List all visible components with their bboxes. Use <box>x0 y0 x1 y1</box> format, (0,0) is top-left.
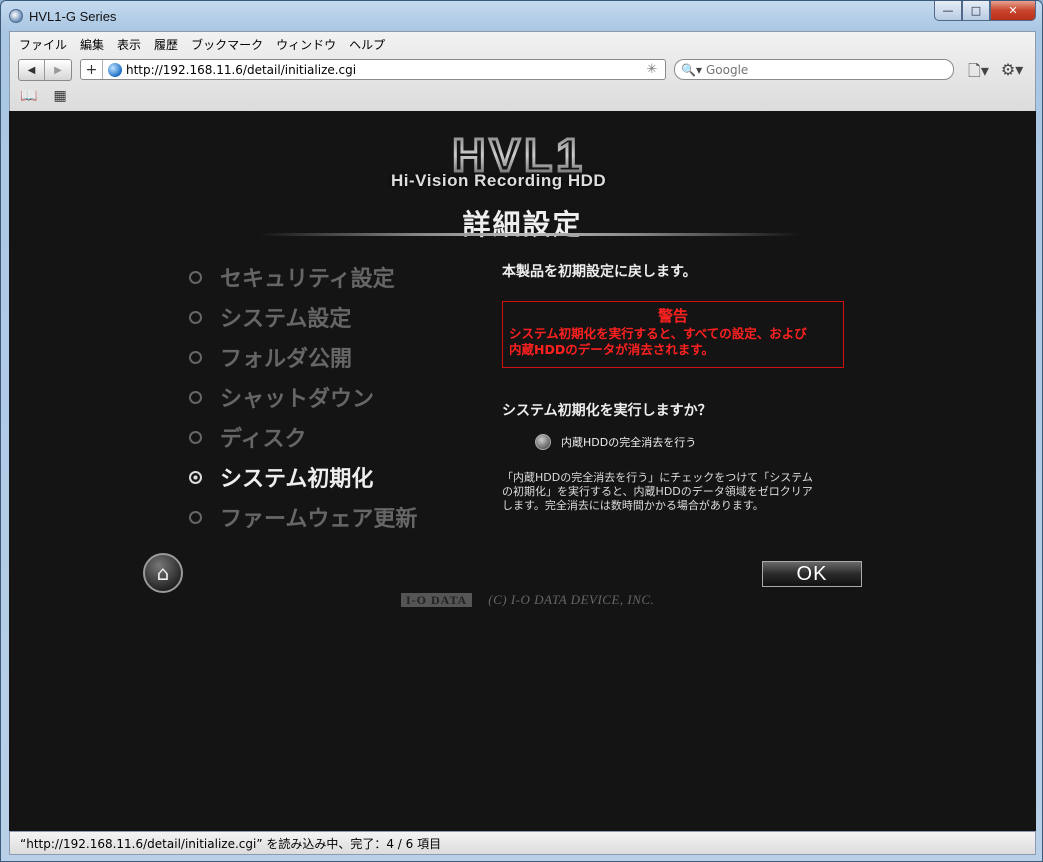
window-controls: — □ ✕ <box>934 1 1036 21</box>
settings-menu: セキュリティ設定 システム設定 フォルダ公開 シャットダウン ディスク システム… <box>189 257 479 537</box>
add-bookmark-button[interactable]: + <box>81 60 103 79</box>
menu-item-shutdown[interactable]: シャットダウン <box>189 377 479 417</box>
menu-bookmarks[interactable]: ブックマーク <box>191 36 263 53</box>
minimize-button[interactable]: — <box>934 1 962 21</box>
warning-line-2: 内蔵HDDのデータが消去されます。 <box>509 342 714 357</box>
menu-bar: ファイル 編集 表示 履歴 ブックマーク ウィンドウ ヘルプ <box>10 32 1035 56</box>
menu-item-disk[interactable]: ディスク <box>189 417 479 457</box>
loading-spinner-icon: ✳ <box>646 62 658 77</box>
browser-window: HVL1-G Series — □ ✕ ファイル 編集 表示 履歴 ブックマーク… <box>0 0 1043 862</box>
search-input[interactable] <box>705 62 926 77</box>
menu-item-folder-share[interactable]: フォルダ公開 <box>189 337 479 377</box>
search-box[interactable]: 🔍▾ <box>674 59 954 80</box>
full-erase-checkbox[interactable] <box>535 434 551 450</box>
title-divider <box>259 233 799 236</box>
menu-edit[interactable]: 編集 <box>80 36 104 53</box>
init-panel: 本製品を初期設定に戻します。 警告 システム初期化を実行すると、すべての設定、お… <box>502 261 862 512</box>
address-bar[interactable]: + http://192.168.11.6/detail/initialize.… <box>80 59 666 80</box>
bullet-icon <box>189 270 202 284</box>
title-bar: HVL1-G Series — □ ✕ <box>1 1 1042 31</box>
page-title: 詳細設定 <box>462 208 583 241</box>
safari-icon <box>9 9 23 23</box>
warning-line-1: システム初期化を実行すると、すべての設定、および <box>509 326 807 341</box>
footer-copyright: I-O DATA (C) I-O DATA DEVICE, INC. <box>401 592 654 608</box>
maximize-button[interactable]: □ <box>962 1 990 21</box>
bullet-icon <box>189 390 202 404</box>
globe-icon <box>108 62 122 77</box>
menu-item-label: フォルダ公開 <box>220 347 353 372</box>
home-button[interactable]: ⌂ <box>143 553 183 593</box>
search-icon: 🔍▾ <box>681 62 702 77</box>
menu-item-label: システム初期化 <box>220 467 374 492</box>
browser-chrome: ファイル 編集 表示 履歴 ブックマーク ウィンドウ ヘルプ ◀ ▶ + htt… <box>9 31 1036 111</box>
warning-box: 警告 システム初期化を実行すると、すべての設定、および 内蔵HDDのデータが消去… <box>502 301 844 368</box>
top-sites-grid-icon[interactable]: ▦ <box>53 88 66 104</box>
menu-item-label: ファームウェア更新 <box>220 507 418 532</box>
status-bar: “http://192.168.11.6/detail/initialize.c… <box>9 831 1036 855</box>
menu-item-system-init[interactable]: システム初期化 <box>189 457 479 497</box>
menu-help[interactable]: ヘルプ <box>349 36 385 53</box>
iodata-logo: I-O DATA <box>401 593 473 607</box>
intro-text: 本製品を初期設定に戻します。 <box>502 264 697 280</box>
logo-subtitle: Hi-Vision Recording HDD <box>391 171 607 190</box>
menu-item-label: シャットダウン <box>220 387 375 412</box>
full-erase-label: 内蔵HDDの完全消去を行う <box>561 436 697 449</box>
menu-history[interactable]: 履歴 <box>154 36 178 53</box>
nav-buttons: ◀ ▶ <box>18 59 72 81</box>
forward-button[interactable]: ▶ <box>45 60 71 80</box>
close-button[interactable]: ✕ <box>990 1 1036 21</box>
page-content: HVL1 Hi-Vision Recording HDD 詳細設定 セキュリティ… <box>9 111 1036 831</box>
bullet-icon <box>189 430 202 444</box>
page-menu-icon[interactable]: 🗋▾ <box>968 60 989 87</box>
menu-item-label: ディスク <box>220 427 307 452</box>
settings-gear-icon[interactable]: ⚙▾ <box>1001 60 1023 87</box>
erase-note: 「内蔵HDDの完全消去を行う」にチェックをつけて「システムの初期化」を実行すると… <box>502 471 813 512</box>
home-icon: ⌂ <box>156 561 170 585</box>
warning-heading: 警告 <box>657 307 688 325</box>
copyright-text: (C) I-O DATA DEVICE, INC. <box>488 592 655 607</box>
bullet-active-icon <box>189 470 202 484</box>
bullet-icon <box>189 350 202 364</box>
bullet-icon <box>189 310 202 324</box>
menu-window[interactable]: ウィンドウ <box>276 36 336 53</box>
window-title: HVL1-G Series <box>29 8 117 24</box>
toolbar-tools: 🗋▾ ⚙▾ <box>968 60 1023 87</box>
bullet-icon <box>189 510 202 524</box>
menu-item-label: システム設定 <box>220 307 352 332</box>
menu-item-system[interactable]: システム設定 <box>189 297 479 337</box>
bookmarks-bar: 📖 ▦ <box>10 84 1035 108</box>
reading-list-icon[interactable]: 📖 <box>20 88 37 104</box>
menu-item-security[interactable]: セキュリティ設定 <box>189 257 479 297</box>
menu-file[interactable]: ファイル <box>19 36 67 53</box>
menu-view[interactable]: 表示 <box>117 36 141 53</box>
nav-bar: ◀ ▶ + http://192.168.11.6/detail/initial… <box>10 56 1035 84</box>
full-erase-option[interactable]: 内蔵HDDの完全消去を行う <box>535 434 696 450</box>
confirm-question: システム初期化を実行しますか？ <box>502 403 712 419</box>
url-field[interactable]: http://192.168.11.6/detail/initialize.cg… <box>126 63 643 77</box>
menu-item-firmware[interactable]: ファームウェア更新 <box>189 497 479 537</box>
back-button[interactable]: ◀ <box>19 60 45 80</box>
menu-item-label: セキュリティ設定 <box>220 267 395 292</box>
ok-button[interactable]: OK <box>762 561 862 587</box>
